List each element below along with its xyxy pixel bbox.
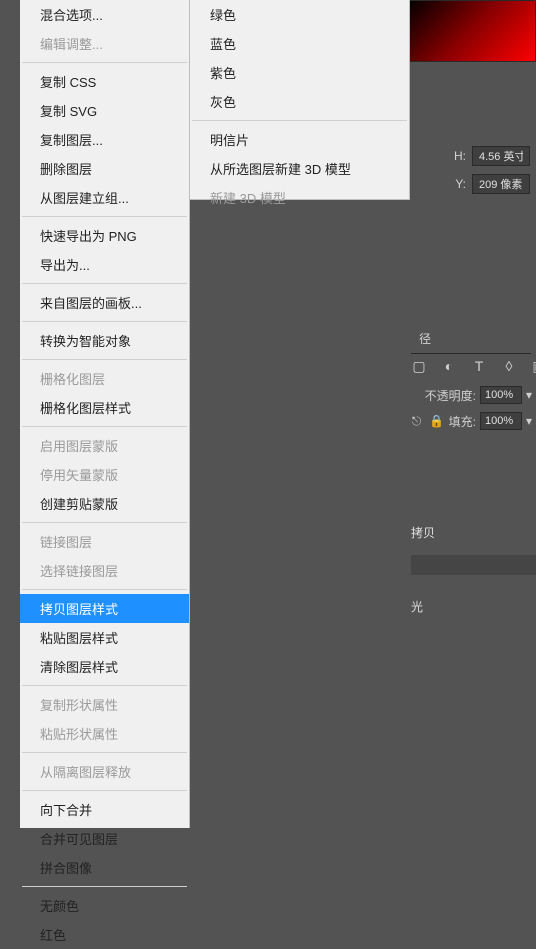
menu-purple[interactable]: 紫色 [190,58,409,87]
layer-copy-label[interactable]: 拷贝 [411,524,435,541]
menu-delete-layer[interactable]: 删除图层 [20,154,189,183]
menu-copy-layer-style[interactable]: 拷贝图层样式 [20,594,189,623]
y-field-row: Y: [455,174,530,194]
menu-edit-adjustment: 编辑调整... [20,29,189,58]
menu-separator [22,886,187,887]
menu-separator [22,685,187,686]
menu-no-color[interactable]: 无颜色 [20,891,189,920]
menu-gray[interactable]: 灰色 [190,87,409,116]
context-menu-main: 混合选项... 编辑调整... 复制 CSS 复制 SVG 复制图层... 删除… [20,0,190,828]
menu-rasterize-layer: 栅格化图层 [20,364,189,393]
menu-quick-export-png[interactable]: 快速导出为 PNG [20,221,189,250]
menu-copy-css[interactable]: 复制 CSS [20,67,189,96]
menu-blending-options[interactable]: 混合选项... [20,0,189,29]
menu-separator [22,426,187,427]
menu-separator [22,283,187,284]
menu-artboard-from-layers[interactable]: 来自图层的画板... [20,288,189,317]
context-menu-overflow: 绿色 蓝色 紫色 灰色 明信片 从所选图层新建 3D 模型 新建 3D 模型 [190,0,410,200]
opacity-input[interactable] [480,386,522,404]
menu-link-layers: 链接图层 [20,527,189,556]
menu-enable-layer-mask: 启用图层蒙版 [20,431,189,460]
menu-separator [22,62,187,63]
menu-merge-visible[interactable]: 合并可见图层 [20,824,189,853]
menu-copy-shape-attrs: 复制形状属性 [20,690,189,719]
y-label: Y: [455,177,466,191]
menu-duplicate-layer[interactable]: 复制图层... [20,125,189,154]
fill-label: 填充: [449,413,476,430]
menu-select-linked-layers: 选择链接图层 [20,556,189,585]
menu-green[interactable]: 绿色 [190,0,409,29]
menu-clear-layer-style[interactable]: 清除图层样式 [20,652,189,681]
menu-separator [22,359,187,360]
paths-tab[interactable]: 径 [411,324,531,354]
menu-disable-vector-mask: 停用矢量蒙版 [20,460,189,489]
layers-toolbar: ▢ ◐ T ◊ ▣ [411,358,536,374]
menu-separator [22,589,187,590]
opacity-label: 不透明度: [425,387,476,404]
menu-separator [22,522,187,523]
height-label: H: [454,149,466,163]
menu-separator [22,216,187,217]
link-icon[interactable]: ⎋ [409,413,425,429]
menu-separator [192,120,407,121]
menu-paste-layer-style[interactable]: 粘贴图层样式 [20,623,189,652]
smartobj-icon[interactable]: ▣ [531,358,536,374]
menu-merge-down[interactable]: 向下合并 [20,795,189,824]
menu-separator [22,321,187,322]
layer-glow-label[interactable]: 光 [411,598,423,615]
menu-postcard[interactable]: 明信片 [190,125,409,154]
menu-rasterize-layer-style[interactable]: 栅格化图层样式 [20,393,189,422]
height-input[interactable] [472,146,530,166]
menu-new-3d-model: 新建 3D 模型 [190,183,409,212]
menu-group-from-layers[interactable]: 从图层建立组... [20,183,189,212]
opacity-row: 不透明度: ▾ [425,386,532,404]
text-icon[interactable]: T [471,358,487,374]
menu-red[interactable]: 红色 [20,920,189,949]
image-icon[interactable]: ▢ [411,358,427,374]
fill-row: ⎋ 🔒 填充: ▾ [409,412,532,430]
gradient-preview [406,0,536,62]
y-input[interactable] [472,174,530,194]
menu-flatten-image[interactable]: 拼合图像 [20,853,189,882]
fill-input[interactable] [480,412,522,430]
menu-paste-shape-attrs: 粘贴形状属性 [20,719,189,748]
height-field-row: H: [454,146,530,166]
lock-icon[interactable]: 🔒 [429,413,445,429]
menu-copy-svg[interactable]: 复制 SVG [20,96,189,125]
menu-separator [22,790,187,791]
menu-convert-smart-object[interactable]: 转换为智能对象 [20,326,189,355]
menu-blue[interactable]: 蓝色 [190,29,409,58]
shape-icon[interactable]: ◊ [501,358,517,374]
menu-create-clipping-mask[interactable]: 创建剪贴蒙版 [20,489,189,518]
layer-row[interactable] [411,555,536,575]
menu-export-as[interactable]: 导出为... [20,250,189,279]
chevron-down-icon[interactable]: ▾ [526,388,532,402]
menu-release-isolation: 从隔离图层释放 [20,757,189,786]
adjustment-icon[interactable]: ◐ [441,358,457,374]
menu-new-3d-from-selected[interactable]: 从所选图层新建 3D 模型 [190,154,409,183]
menu-separator [22,752,187,753]
chevron-down-icon[interactable]: ▾ [526,414,532,428]
